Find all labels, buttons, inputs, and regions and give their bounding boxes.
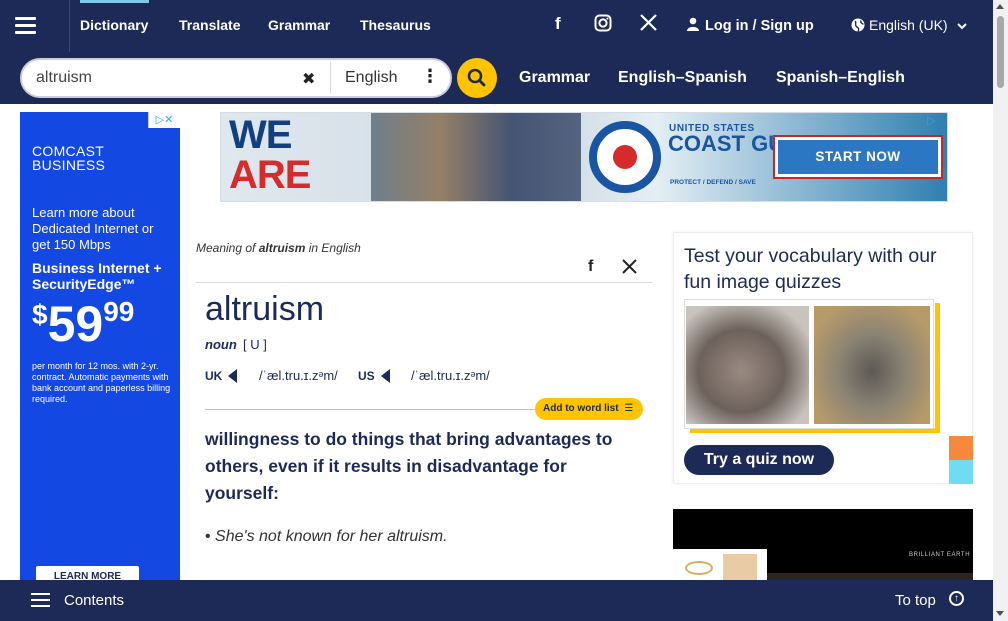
language-label: English (UK) — [869, 17, 948, 33]
video-ad-brand: BRILLIANT EARTH — [909, 552, 971, 558]
hippo-image[interactable] — [686, 306, 809, 424]
x-icon[interactable] — [640, 14, 657, 36]
link-spanish-english[interactable]: Spanish–English — [776, 69, 905, 87]
ad-photo — [371, 113, 581, 201]
search-bar: altruism ✖ English ⋮ Grammar English–Spa… — [0, 52, 993, 104]
headword: altruism — [205, 290, 325, 328]
us-pronunciation: US — [358, 368, 390, 383]
ad-fine-print: per month for 12 mos. with 2-yr. contrac… — [32, 361, 171, 404]
decorative-square — [949, 436, 973, 460]
meta-suffix: in English — [305, 241, 361, 255]
divider — [205, 409, 535, 410]
arrow-up-icon[interactable]: ↑ — [949, 591, 964, 606]
login-label: Log in / Sign up — [705, 18, 814, 34]
user-icon — [687, 17, 699, 31]
facebook-share-icon[interactable]: f — [588, 258, 593, 276]
price-main: 59 — [47, 296, 104, 352]
ad-offer: Business Internet + SecurityEdge™ — [32, 260, 162, 292]
seal-image[interactable] — [814, 306, 930, 424]
ad-headline-1: WE — [229, 113, 292, 157]
scroll-down-arrow-icon[interactable] — [996, 611, 1004, 616]
add-to-word-list-button[interactable]: Add to word list ☰ — [535, 398, 643, 420]
contents-icon-line — [31, 599, 50, 601]
price-dollar: $ — [32, 299, 48, 330]
entry-meta: Meaning of altruism in English — [196, 241, 361, 255]
definition: willingness to do things that bring adva… — [205, 429, 613, 503]
top-navigation-bar: Dictionary Translate Grammar Thesaurus f… — [0, 0, 993, 52]
dictionary-selector[interactable]: English — [345, 69, 397, 87]
video-advertisement[interactable]: BRILLIANT EARTH — [673, 509, 973, 581]
meta-word: altruism — [258, 241, 306, 255]
to-top-button[interactable]: To top — [895, 592, 936, 609]
more-options-icon[interactable]: ⋮ — [421, 66, 439, 87]
speaker-icon[interactable] — [380, 369, 390, 383]
scroll-up-arrow-icon[interactable] — [996, 4, 1004, 9]
us-ipa: /ˈæl.tru.ɪ.zᵊm/ — [411, 368, 490, 383]
search-button[interactable] — [457, 58, 497, 98]
quiz-promo: Test your vocabulary with our fun image … — [673, 232, 973, 484]
start-now-button[interactable]: START NOW — [773, 135, 943, 179]
link-english-spanish[interactable]: English–Spanish — [618, 69, 747, 87]
search-box: altruism ✖ English ⋮ — [20, 58, 452, 98]
language-selector[interactable]: English (UK) — [851, 17, 968, 33]
contents-icon-line — [31, 605, 50, 607]
ad-lede: Learn more about Dedicated Internet or g… — [32, 205, 154, 252]
ad-price: $5999 — [32, 295, 134, 353]
page-scrollbar[interactable] — [993, 0, 1008, 621]
decorative-square — [949, 460, 973, 484]
uk-ipa: /ˈæl.tru.ɪ.zᵊm/ — [259, 368, 338, 383]
nav-translate[interactable]: Translate — [179, 17, 240, 33]
coast-guard-logo — [589, 121, 661, 193]
price-cents: 99 — [103, 296, 135, 327]
top-advertisement[interactable]: WE ARE UNITED STATES COAST GUARD PROTECT… — [220, 112, 948, 202]
example-text: She's not known for her altruism. — [215, 528, 448, 545]
menu-icon — [15, 17, 36, 20]
login-signup-link[interactable]: Log in / Sign up — [686, 17, 814, 34]
link-grammar[interactable]: Grammar — [519, 69, 590, 87]
grammar-code[interactable]: [ U ] — [243, 337, 267, 352]
uk-label: UK — [205, 369, 223, 383]
active-tab-indicator — [80, 0, 149, 3]
add-to-word-list-label: Add to word list — [543, 403, 619, 414]
chevron-down-icon — [957, 23, 968, 30]
nav-dictionary[interactable]: Dictionary — [80, 17, 148, 33]
globe-icon — [851, 18, 865, 32]
part-of-speech: noun — [205, 337, 237, 352]
hand-image — [723, 554, 757, 580]
facebook-icon[interactable]: f — [555, 14, 561, 34]
clear-icon[interactable]: ✖ — [302, 69, 315, 89]
adchoices-icon[interactable]: ▷ — [927, 114, 945, 128]
left-advertisement[interactable]: ▷✕ COMCAST BUSINESS Learn more about Ded… — [20, 112, 180, 582]
divider — [330, 62, 331, 94]
menu-button[interactable] — [0, 0, 70, 52]
divider — [196, 282, 652, 283]
example-sentence: • She's not known for her altruism. — [205, 528, 448, 545]
scrollbar-thumb[interactable] — [997, 16, 1004, 88]
nav-thesaurus[interactable]: Thesaurus — [360, 17, 431, 33]
ad-tagline: PROTECT / DEFEND / SAVE — [670, 179, 756, 186]
uk-pronunciation: UK — [205, 368, 238, 383]
quiz-title: Test your vocabulary with our fun image … — [684, 245, 937, 293]
adchoices-icon[interactable]: ▷✕ — [148, 112, 180, 128]
try-quiz-button[interactable]: Try a quiz now — [684, 445, 834, 475]
contents-button[interactable]: Contents — [64, 592, 124, 609]
x-share-icon[interactable] — [622, 259, 637, 279]
us-label: US — [358, 369, 375, 383]
ad-brand: COMCAST BUSINESS — [32, 143, 106, 173]
ad-headline-2: ARE — [229, 153, 311, 197]
nav-grammar[interactable]: Grammar — [268, 17, 330, 33]
menu-icon-line — [15, 24, 36, 27]
bottom-bar: Contents To top ↑ — [0, 580, 993, 621]
menu-icon-line — [15, 31, 36, 34]
meta-prefix: Meaning of — [196, 241, 259, 255]
contents-icon-line — [31, 593, 50, 595]
search-icon — [467, 68, 486, 87]
instagram-icon[interactable] — [594, 14, 612, 37]
search-input[interactable]: altruism — [36, 69, 92, 87]
speaker-icon[interactable] — [228, 369, 238, 383]
list-icon: ☰ — [624, 403, 634, 414]
ring-image — [685, 561, 713, 575]
